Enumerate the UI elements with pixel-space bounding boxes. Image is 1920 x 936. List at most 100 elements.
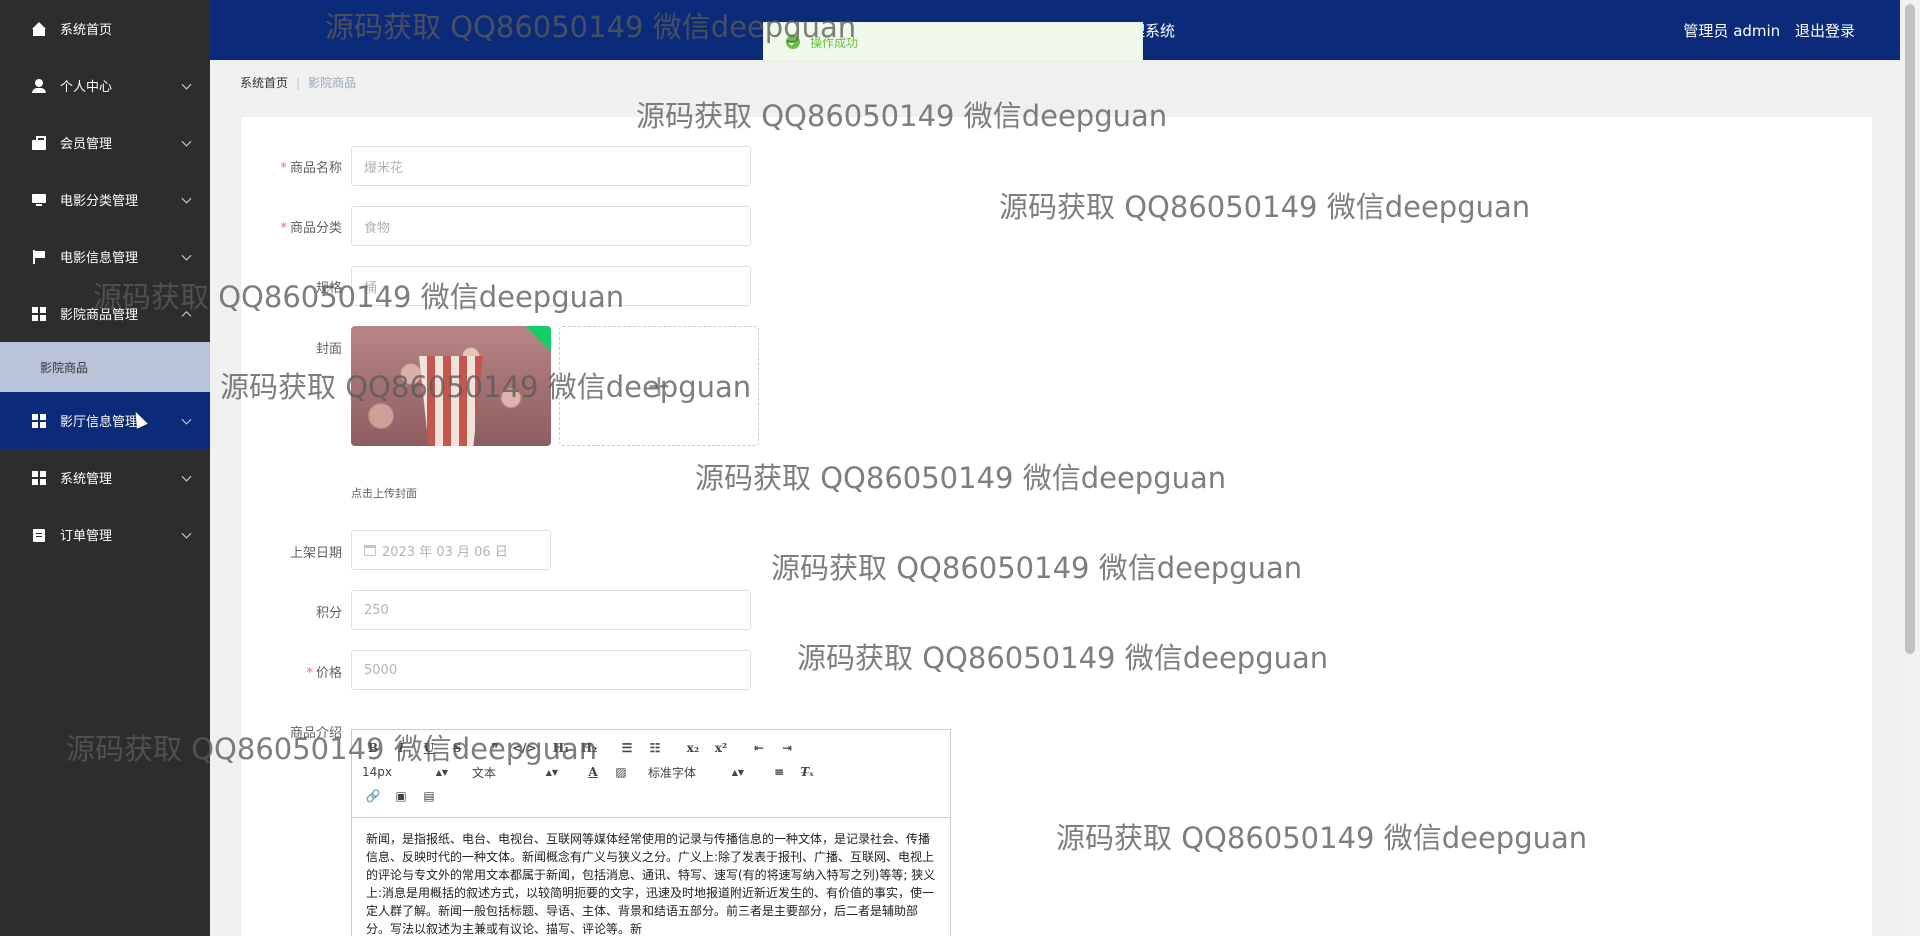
grid-icon <box>32 306 46 321</box>
link-icon[interactable]: 🔗 <box>362 789 384 803</box>
popcorn-bucket-image <box>419 356 483 446</box>
sidebar-item-personal-center[interactable]: 个人中心 <box>0 57 210 114</box>
name-input[interactable]: 爆米花 <box>351 146 751 186</box>
sidebar-item-label: 影院商品管理 <box>60 308 139 323</box>
plus-icon: + <box>646 368 672 404</box>
cover-image[interactable] <box>351 326 551 446</box>
sidebar-item-cinema-goods[interactable]: 影院商品管理 <box>0 285 210 342</box>
editor-toolbar: B I U S ❞ </> H₁ H₂ ☰ ☷ x₂ x² ⇤ ⇥ 14px ▲▼… <box>352 730 950 818</box>
clipboard-icon <box>32 528 46 542</box>
category-input[interactable]: 食物 <box>351 206 751 246</box>
chevron-down-icon <box>181 414 192 425</box>
cover-upload-button[interactable]: + <box>559 326 759 446</box>
price-label: * 价格 <box>306 666 342 681</box>
sidebar-item-label: 订单管理 <box>60 529 113 544</box>
superscript-button[interactable]: x² <box>710 741 732 755</box>
current-user: 管理员 admin <box>1683 22 1781 40</box>
chevron-up-icon <box>181 310 192 321</box>
sidebar-item-label: 系统首页 <box>60 23 113 38</box>
image-icon[interactable]: ▣ <box>390 789 412 803</box>
sidebar-item-movie-category[interactable]: 电影分类管理 <box>0 171 210 228</box>
category-label: * 商品分类 <box>280 221 342 236</box>
date-picker[interactable]: 2023 年 03 月 06 日 <box>351 530 551 570</box>
cover-label: 封面 <box>315 342 342 357</box>
sidebar-item-system[interactable]: 系统管理 <box>0 449 210 506</box>
grid-icon <box>32 413 46 428</box>
scrollbar-thumb[interactable] <box>1905 4 1915 654</box>
sidebar-item-orders[interactable]: 订单管理 <box>0 506 210 563</box>
chevron-down-icon <box>181 250 192 261</box>
select-arrows-icon: ▲▼ <box>435 767 448 777</box>
date-label: 上架日期 <box>289 546 342 561</box>
points-label: 积分 <box>315 606 342 621</box>
font-color-icon[interactable]: A <box>582 765 604 779</box>
cover-upload-tip: 点击上传封面 <box>351 487 417 500</box>
ordered-list-icon[interactable]: ☰ <box>616 741 638 755</box>
sidebar-subitem-cinema-goods[interactable]: 影院商品 <box>0 342 210 392</box>
user-icon <box>32 78 46 93</box>
underline-button[interactable]: U <box>418 741 440 755</box>
chevron-down-icon <box>181 528 192 539</box>
sidebar-item-hall-info[interactable]: 影厅信息管理 <box>0 392 210 449</box>
align-icon[interactable]: ≡ <box>768 765 790 779</box>
font-size-select[interactable]: 14px ▲▼ <box>362 765 448 779</box>
chevron-down-icon <box>181 79 192 90</box>
text-type-select[interactable]: 文本 ▲▼ <box>472 764 558 781</box>
sidebar-item-label: 会员管理 <box>60 137 113 152</box>
bullet-list-icon[interactable]: ☷ <box>644 741 666 755</box>
strike-button[interactable]: S <box>446 741 468 755</box>
chevron-down-icon <box>181 471 192 482</box>
heading-2-button[interactable]: H₂ <box>578 741 600 755</box>
breadcrumb-separator: | <box>296 76 301 90</box>
logout-link[interactable]: 退出登录 <box>1795 22 1855 40</box>
date-value: 2023 年 03 月 06 日 <box>382 544 508 560</box>
monitor-icon <box>32 193 46 207</box>
outdent-icon[interactable]: ⇤ <box>748 741 770 755</box>
background-color-icon[interactable]: ▨ <box>610 765 632 779</box>
breadcrumb: 系统首页 | 影院商品 <box>240 74 356 91</box>
subscript-button[interactable]: x₂ <box>682 741 704 755</box>
toast-message: 操作成功 <box>810 35 859 50</box>
home-icon <box>32 21 46 36</box>
sidebar-subitem-label: 影院商品 <box>40 360 89 375</box>
sidebar-item-home[interactable]: 系统首页 <box>0 0 210 57</box>
spec-label: 规格 <box>315 281 342 296</box>
sidebar-item-movie-info[interactable]: 电影信息管理 <box>0 228 210 285</box>
select-arrows-icon: ▲▼ <box>545 767 558 777</box>
success-toast: 操作成功 <box>763 22 1143 62</box>
spec-input[interactable]: 桶 <box>351 266 751 306</box>
sidebar-item-label: 影厅信息管理 <box>60 415 139 430</box>
sidebar-item-label: 电影分类管理 <box>60 194 139 209</box>
video-icon[interactable]: ▤ <box>418 789 440 803</box>
heading-1-button[interactable]: H₁ <box>550 741 572 755</box>
breadcrumb-current: 影院商品 <box>308 76 357 90</box>
select-arrows-icon: ▲▼ <box>731 767 744 777</box>
clear-format-icon[interactable]: T̶ₓ <box>796 765 818 779</box>
sidebar-item-label: 系统管理 <box>60 472 113 487</box>
bold-button[interactable]: B <box>362 741 384 755</box>
sidebar: 系统首页 个人中心 会员管理 电影分类管理 电影信息管理 影院商品管理 影院商品… <box>0 0 210 936</box>
briefcase-icon <box>32 135 46 150</box>
editor-content[interactable]: 新闻，是指报纸、电台、电视台、互联网等媒体经常使用的记录与传播信息的一种文体，是… <box>352 818 950 936</box>
flag-icon <box>32 249 46 264</box>
header-user-area: 管理员 admin 退出登录 <box>1673 20 1855 41</box>
breadcrumb-home[interactable]: 系统首页 <box>240 76 288 90</box>
chevron-down-icon <box>181 136 192 147</box>
intro-label: 商品介绍 <box>289 726 342 741</box>
sidebar-item-label: 个人中心 <box>60 80 113 95</box>
success-check-icon <box>786 35 800 49</box>
italic-button[interactable]: I <box>390 741 412 755</box>
font-family-select[interactable]: 标准字体 ▲▼ <box>648 764 744 781</box>
code-block-button[interactable]: </> <box>512 741 537 755</box>
upload-success-corner-icon <box>525 326 551 352</box>
page-scrollbar[interactable] <box>1900 0 1920 936</box>
indent-icon[interactable]: ⇥ <box>776 741 798 755</box>
calendar-icon <box>364 544 376 556</box>
blockquote-button[interactable]: ❞ <box>484 741 506 755</box>
rich-text-editor: B I U S ❞ </> H₁ H₂ ☰ ☷ x₂ x² ⇤ ⇥ 14px ▲▼… <box>351 729 951 936</box>
sidebar-item-members[interactable]: 会员管理 <box>0 114 210 171</box>
price-input[interactable]: 5000 <box>351 650 751 690</box>
grid-icon <box>32 470 46 485</box>
name-label: * 商品名称 <box>280 161 342 176</box>
points-input[interactable]: 250 <box>351 590 751 630</box>
